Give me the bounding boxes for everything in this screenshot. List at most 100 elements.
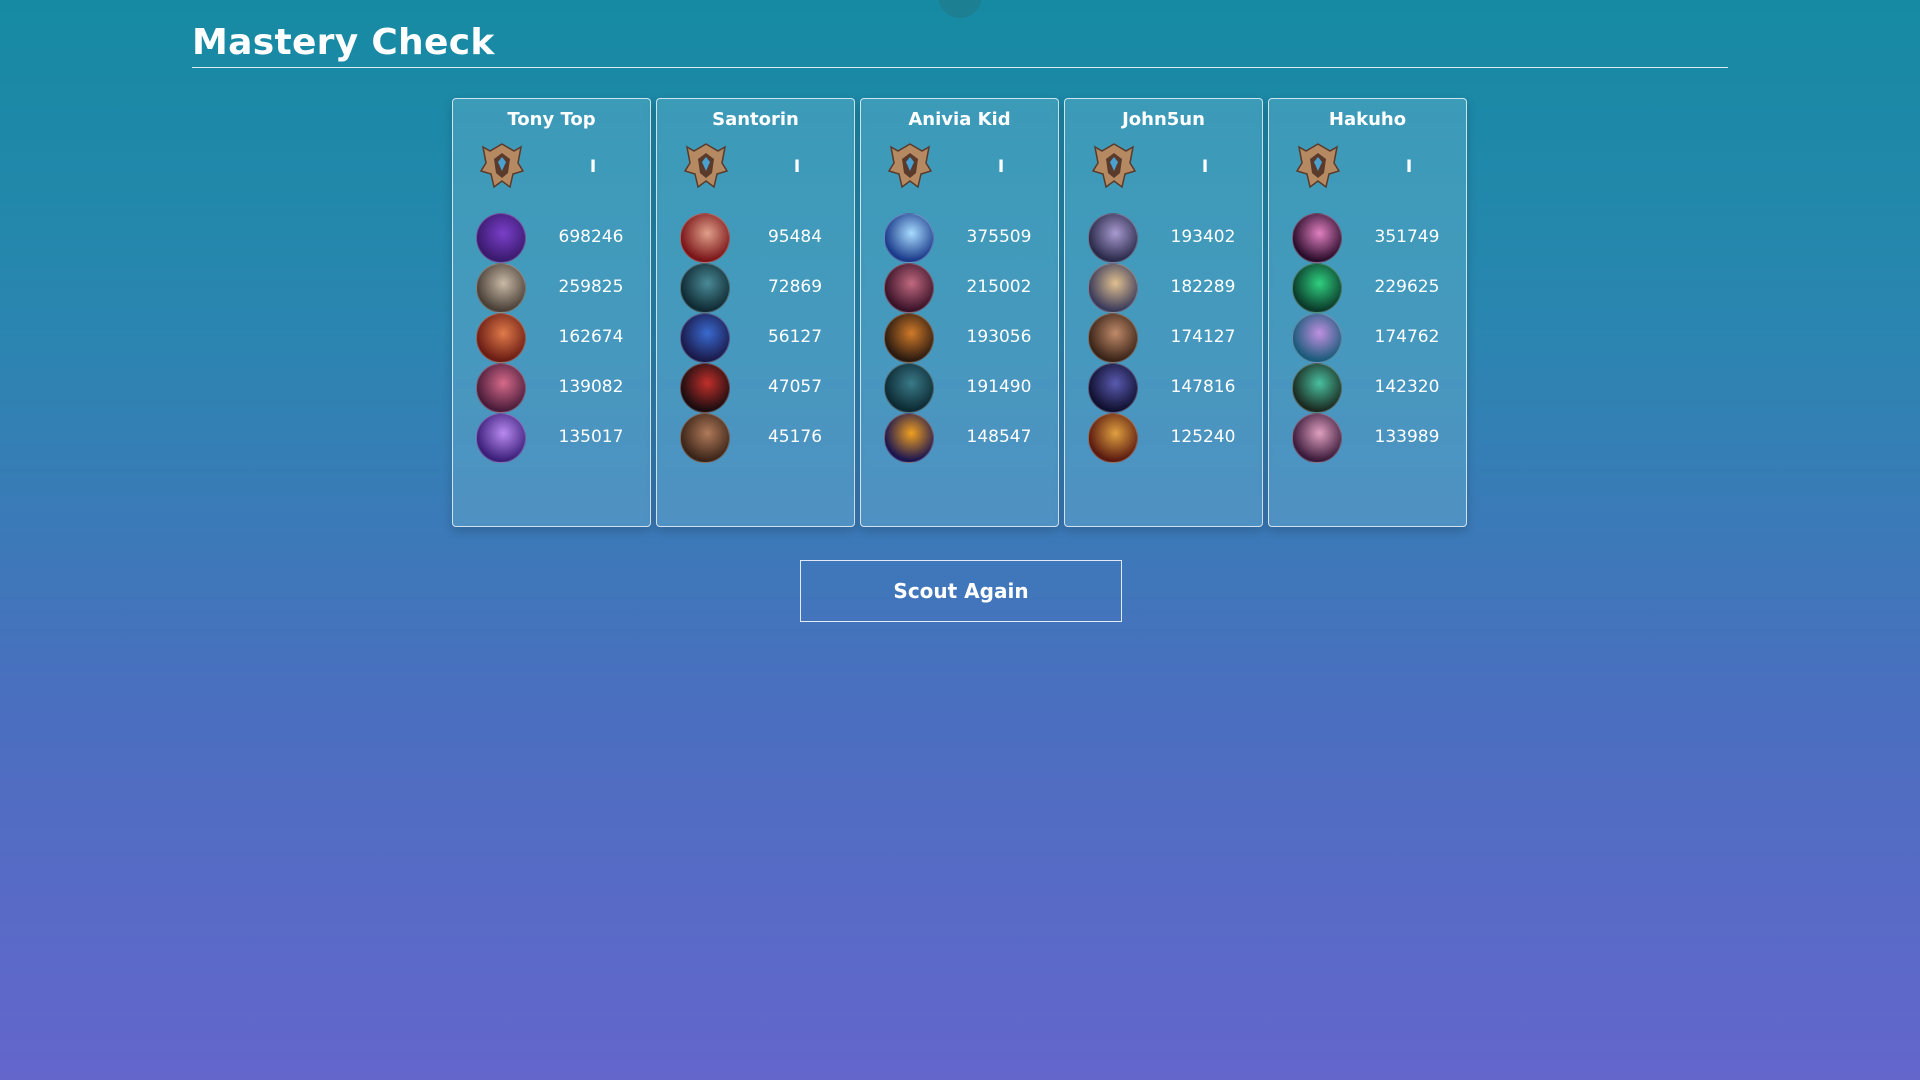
mastery-points: 125240	[1170, 427, 1236, 447]
rank-tier: I	[997, 157, 1005, 177]
rank-row: I	[657, 141, 854, 195]
champion-row: 45176	[657, 413, 854, 463]
champion-row: 698246	[453, 213, 650, 263]
rank-tier: I	[589, 157, 597, 177]
rank-tier: I	[1201, 157, 1209, 177]
champion-row: 193056	[861, 313, 1058, 363]
champion-row: 174762	[1269, 313, 1466, 363]
player-name: Anivia Kid	[908, 109, 1011, 130]
champion-row: 162674	[453, 313, 650, 363]
player-name: Tony Top	[507, 109, 596, 130]
mastery-points: 162674	[558, 327, 624, 347]
scout-again-button[interactable]: Scout Again	[800, 560, 1122, 622]
player-name: John5un	[1122, 109, 1205, 130]
champion-row: 125240	[1065, 413, 1262, 463]
rank-tier: I	[793, 157, 801, 177]
champion-row: 215002	[861, 263, 1058, 313]
champion-icon	[680, 363, 730, 413]
champion-row: 375509	[861, 213, 1058, 263]
player-card: Tony Top I 698246 259825 162674 139082 135017	[452, 98, 651, 527]
top-tab-handle[interactable]	[938, 0, 982, 18]
champion-icon	[884, 263, 934, 313]
player-name: Santorin	[712, 109, 799, 130]
champion-icon	[1292, 413, 1342, 463]
champion-icon	[1292, 263, 1342, 313]
mastery-points: 174762	[1374, 327, 1440, 347]
champion-icon	[884, 213, 934, 263]
champion-row: 72869	[657, 263, 854, 313]
rank-row: I	[453, 141, 650, 195]
rank-row: I	[861, 141, 1058, 195]
champion-icon	[1292, 213, 1342, 263]
player-card: John5un I 193402 182289 174127 147816 125240	[1064, 98, 1263, 527]
champion-row: 229625	[1269, 263, 1466, 313]
champion-icon	[680, 213, 730, 263]
rank-row: I	[1269, 141, 1466, 195]
rank-emblem-icon	[479, 143, 525, 189]
mastery-points: 135017	[558, 427, 624, 447]
champion-row: 133989	[1269, 413, 1466, 463]
mastery-points: 174127	[1170, 327, 1236, 347]
champion-icon	[680, 313, 730, 363]
champion-row: 147816	[1065, 363, 1262, 413]
player-name: Hakuho	[1328, 109, 1407, 130]
champion-row: 259825	[453, 263, 650, 313]
mastery-points: 95484	[767, 227, 823, 247]
rank-emblem-icon	[1295, 143, 1341, 189]
page-title: Mastery Check	[192, 22, 495, 63]
champion-icon	[1292, 313, 1342, 363]
rank-emblem-icon	[887, 143, 933, 189]
mastery-points: 259825	[558, 277, 624, 297]
champion-row: 351749	[1269, 213, 1466, 263]
champion-row: 174127	[1065, 313, 1262, 363]
mastery-points: 191490	[966, 377, 1032, 397]
champion-row: 139082	[453, 363, 650, 413]
mastery-points: 147816	[1170, 377, 1236, 397]
mastery-points: 148547	[966, 427, 1032, 447]
mastery-points: 56127	[767, 327, 823, 347]
champion-icon	[1088, 413, 1138, 463]
rank-emblem-icon	[1091, 143, 1137, 189]
mastery-points: 193402	[1170, 227, 1236, 247]
champion-icon	[884, 363, 934, 413]
page-header: Mastery Check	[192, 22, 1728, 68]
champion-icon	[1088, 363, 1138, 413]
mastery-points: 229625	[1374, 277, 1440, 297]
champion-row: 95484	[657, 213, 854, 263]
champion-row: 47057	[657, 363, 854, 413]
rank-row: I	[1065, 141, 1262, 195]
champion-icon	[680, 263, 730, 313]
rank-tier: I	[1405, 157, 1413, 177]
mastery-points: 139082	[558, 377, 624, 397]
champion-row: 142320	[1269, 363, 1466, 413]
champion-row: 182289	[1065, 263, 1262, 313]
champion-row: 135017	[453, 413, 650, 463]
player-card: Anivia Kid I 375509 215002 193056 191490 14854…	[860, 98, 1059, 527]
mastery-points: 142320	[1374, 377, 1440, 397]
mastery-points: 47057	[767, 377, 823, 397]
champion-row: 56127	[657, 313, 854, 363]
player-card: Hakuho I 351749 229625 174762 142320 133989	[1268, 98, 1467, 527]
champion-icon	[1292, 363, 1342, 413]
rank-emblem-icon	[683, 143, 729, 189]
champion-icon	[476, 363, 526, 413]
champion-row: 191490	[861, 363, 1058, 413]
mastery-points: 133989	[1374, 427, 1440, 447]
champion-icon	[884, 313, 934, 363]
champion-icon	[680, 413, 730, 463]
champion-icon	[884, 413, 934, 463]
champion-icon	[1088, 213, 1138, 263]
mastery-points: 182289	[1170, 277, 1236, 297]
champion-row: 193402	[1065, 213, 1262, 263]
mastery-points: 351749	[1374, 227, 1440, 247]
mastery-points: 698246	[558, 227, 624, 247]
mastery-points: 45176	[767, 427, 823, 447]
champion-row: 148547	[861, 413, 1058, 463]
champion-icon	[476, 313, 526, 363]
player-cards: Tony Top I 698246 259825 162674 139082 135017 S…	[452, 98, 1467, 527]
champion-icon	[1088, 313, 1138, 363]
champion-icon	[476, 263, 526, 313]
champion-icon	[476, 413, 526, 463]
mastery-points: 193056	[966, 327, 1032, 347]
champion-icon	[1088, 263, 1138, 313]
